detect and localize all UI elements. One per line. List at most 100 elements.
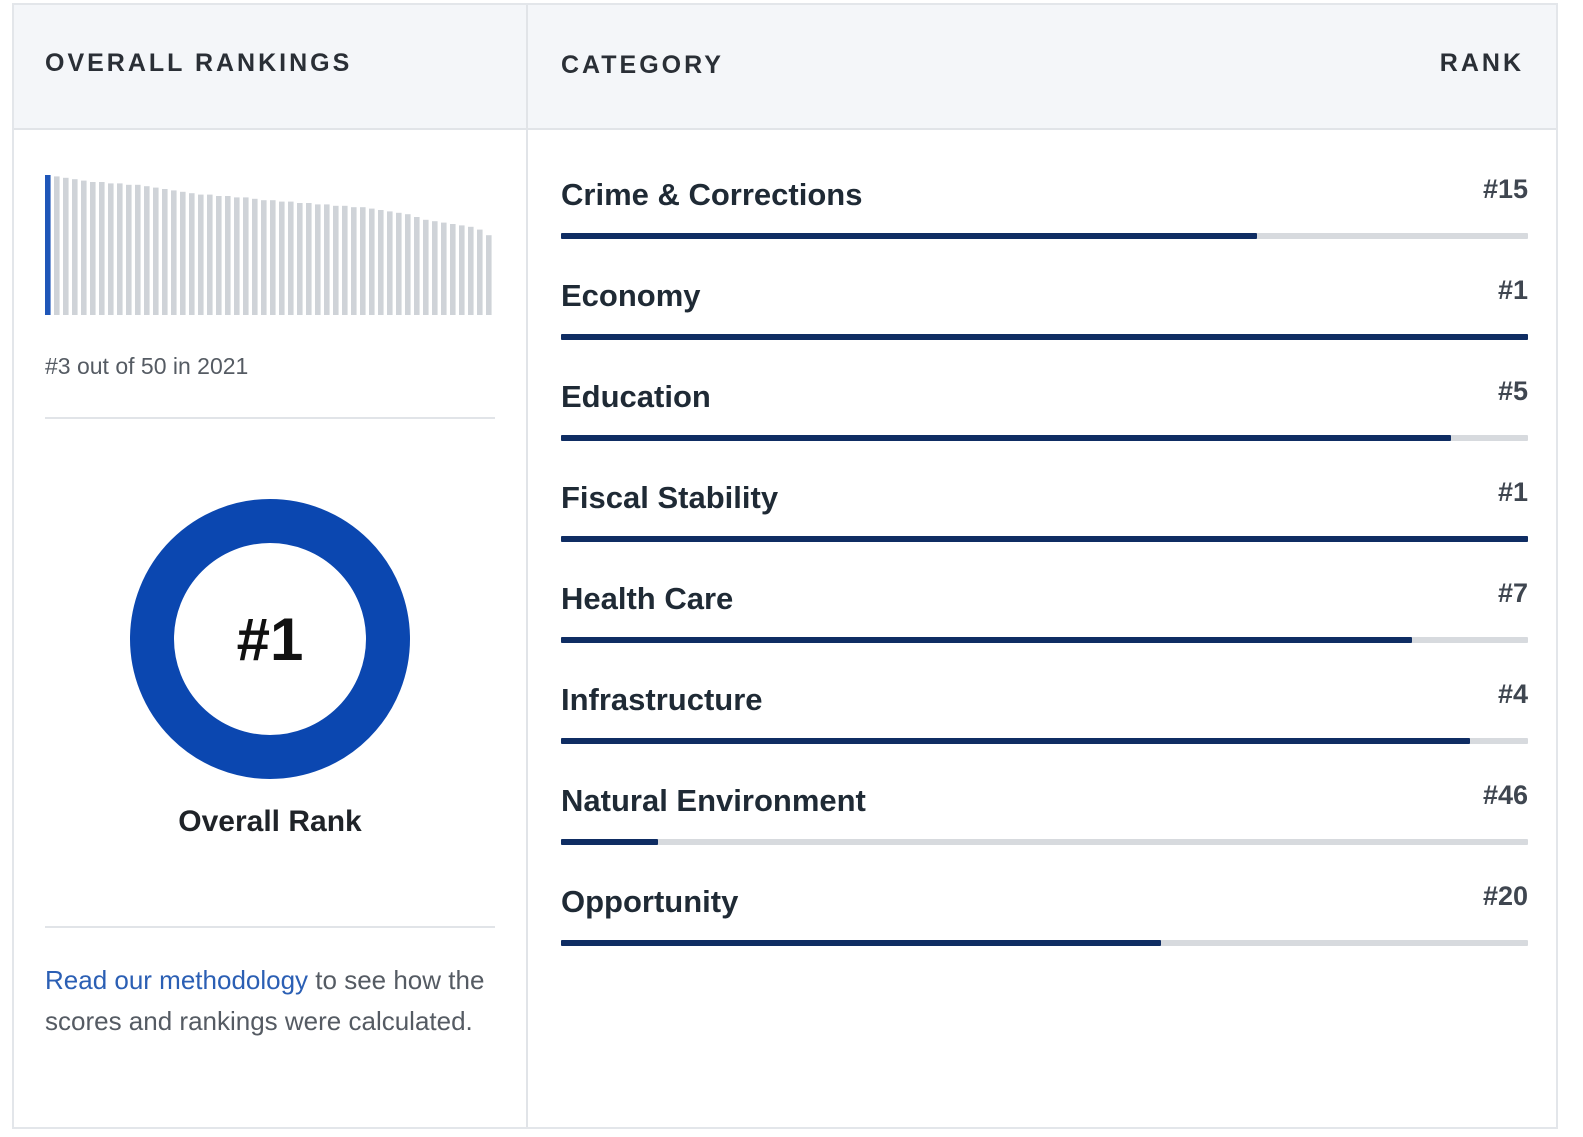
state-bar xyxy=(450,224,456,315)
state-bar xyxy=(225,196,231,315)
state-bar xyxy=(477,229,483,315)
state-bar xyxy=(432,221,438,315)
rank-column-header: RANK xyxy=(1439,49,1524,77)
score-track xyxy=(561,940,1528,946)
state-bar xyxy=(414,217,420,315)
panel-header: OVERALL RANKINGS CATEGORY RANK xyxy=(14,5,1556,130)
category-rank: #15 xyxy=(1482,174,1528,204)
state-bar xyxy=(234,197,240,315)
category-rank: #46 xyxy=(1482,780,1528,810)
score-track xyxy=(561,334,1528,340)
score-track xyxy=(561,738,1528,744)
state-bar xyxy=(144,186,150,315)
state-bar xyxy=(63,177,69,315)
state-bar xyxy=(396,212,402,315)
state-ranking-bar-chart xyxy=(45,175,492,315)
overall-rank-value: #1 xyxy=(236,606,304,673)
state-bar xyxy=(288,201,294,315)
state-bar xyxy=(486,235,492,315)
column-divider xyxy=(526,5,528,1127)
score-track xyxy=(561,839,1528,845)
state-bar xyxy=(441,222,447,315)
state-bar xyxy=(252,198,258,315)
state-bar xyxy=(81,180,87,315)
state-bar xyxy=(216,196,222,315)
category-label: Health Care xyxy=(561,581,734,616)
category-row: Education #5 xyxy=(561,376,1528,480)
state-bar xyxy=(162,189,168,315)
state-bar xyxy=(405,214,411,315)
state-bar xyxy=(108,183,114,315)
state-bar xyxy=(180,191,186,315)
score-fill xyxy=(561,435,1451,441)
state-bar xyxy=(459,225,465,315)
state-bar xyxy=(279,201,285,315)
state-bar xyxy=(333,205,339,315)
score-fill xyxy=(561,738,1470,744)
methodology-link[interactable]: Read our methodology xyxy=(45,965,308,995)
category-label: Crime & Corrections xyxy=(561,177,863,212)
category-label: Opportunity xyxy=(561,884,739,919)
state-bar xyxy=(243,197,249,315)
category-rank: #5 xyxy=(1497,376,1528,406)
category-row: Health Care #7 xyxy=(561,578,1528,682)
score-track xyxy=(561,536,1528,542)
state-bar xyxy=(297,203,303,315)
state-bar xyxy=(99,182,105,315)
state-bar xyxy=(153,187,159,315)
state-bar xyxy=(126,184,132,315)
state-bar xyxy=(423,219,429,315)
category-rank: #4 xyxy=(1497,679,1528,709)
state-bar xyxy=(306,203,312,315)
state-bar xyxy=(207,194,213,315)
category-row: Fiscal Stability #1 xyxy=(561,477,1528,581)
state-bar xyxy=(270,200,276,315)
left-divider-bottom xyxy=(45,926,495,928)
state-bar xyxy=(171,190,177,315)
state-bar xyxy=(189,193,195,315)
state-bar xyxy=(324,204,330,315)
score-fill xyxy=(561,839,658,845)
state-bar xyxy=(54,176,60,315)
category-rank: #1 xyxy=(1497,275,1528,305)
category-rank: #20 xyxy=(1482,881,1528,911)
category-rank: #1 xyxy=(1497,477,1528,507)
state-bar xyxy=(315,204,321,315)
category-row: Natural Environment #46 xyxy=(561,780,1528,884)
state-bar xyxy=(342,205,348,315)
category-row: Economy #1 xyxy=(561,275,1528,379)
state-bar xyxy=(468,226,474,315)
state-bar xyxy=(387,211,393,315)
state-bar xyxy=(135,184,141,315)
state-bar xyxy=(117,183,123,315)
state-bar xyxy=(90,182,96,315)
state-bar xyxy=(72,179,78,315)
category-label: Education xyxy=(561,379,711,414)
category-row: Opportunity #20 xyxy=(561,881,1528,985)
category-rank: #7 xyxy=(1497,578,1528,608)
score-track xyxy=(561,637,1528,643)
overall-rankings-heading: OVERALL RANKINGS xyxy=(45,49,353,77)
state-bar xyxy=(261,200,267,315)
score-fill xyxy=(561,637,1412,643)
score-fill xyxy=(561,940,1161,946)
category-label: Infrastructure xyxy=(561,682,763,717)
score-fill xyxy=(561,334,1528,340)
rankings-panel: OVERALL RANKINGS CATEGORY RANK #3 out of… xyxy=(12,3,1558,1129)
category-label: Economy xyxy=(561,278,701,313)
state-bar xyxy=(369,208,375,315)
category-label: Natural Environment xyxy=(561,783,866,818)
overall-rank-subtitle: #3 out of 50 in 2021 xyxy=(45,353,249,379)
score-track xyxy=(561,435,1528,441)
score-track xyxy=(561,233,1528,239)
overall-rank-label: Overall Rank xyxy=(178,805,362,838)
category-column-header: CATEGORY xyxy=(561,51,724,79)
category-label: Fiscal Stability xyxy=(561,480,779,515)
state-bar xyxy=(198,194,204,315)
state-bar xyxy=(351,207,357,315)
highlighted-state-bar xyxy=(45,175,51,315)
left-divider-top xyxy=(45,417,495,419)
category-row: Infrastructure #4 xyxy=(561,679,1528,783)
score-fill xyxy=(561,233,1258,239)
methodology-note: Read our methodology to see how the scor… xyxy=(45,960,485,1042)
